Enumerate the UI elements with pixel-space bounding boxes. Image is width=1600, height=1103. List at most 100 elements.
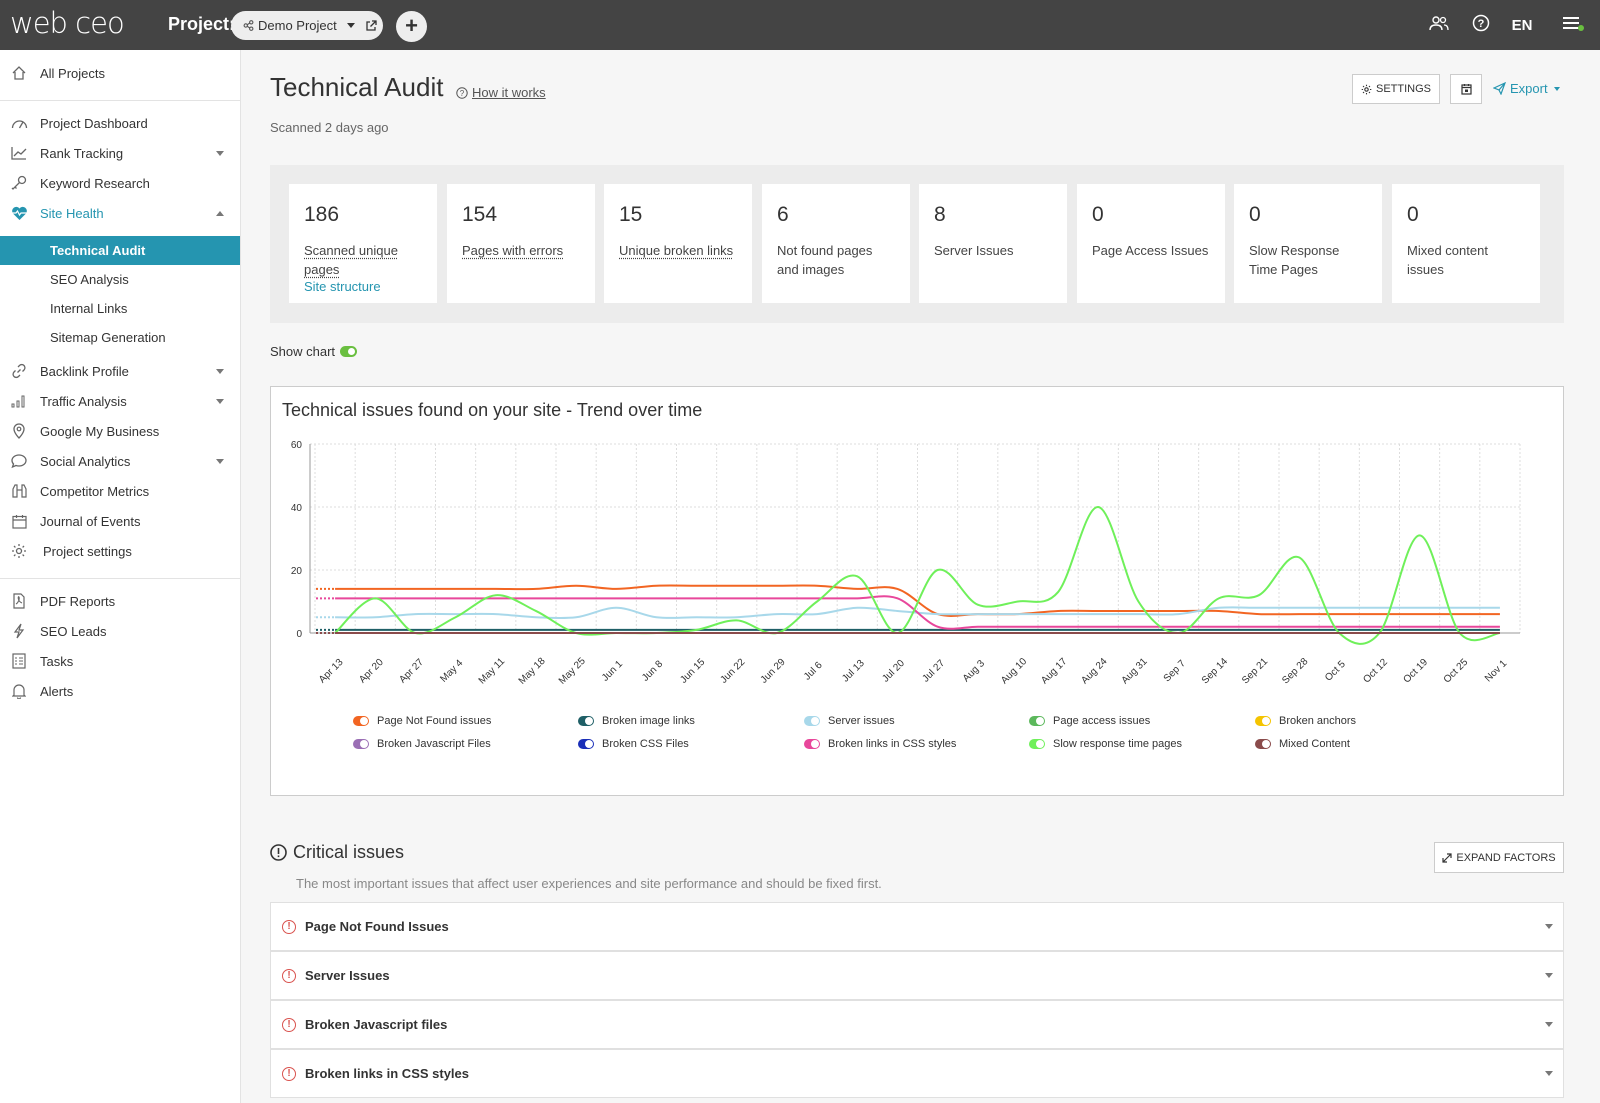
x-tick-label: Oct 12 xyxy=(1361,657,1390,686)
settings-button[interactable]: SETTINGS xyxy=(1352,74,1440,104)
project-label: Project: xyxy=(168,14,236,34)
x-tick-label: Sep 14 xyxy=(1200,656,1230,686)
project-name: Demo Project xyxy=(258,18,337,33)
help-icon[interactable]: ? xyxy=(1460,14,1502,37)
top-right-actions: ? EN xyxy=(1418,0,1600,50)
x-tick-label: Aug 24 xyxy=(1079,656,1109,686)
legend-item[interactable]: Broken Javascript Files xyxy=(353,738,491,750)
sidebar-item-competitor-metrics[interactable]: Competitor Metrics xyxy=(0,477,240,505)
chevron-down-icon[interactable] xyxy=(216,458,224,464)
sidebar-item-project-settings[interactable]: Project settings xyxy=(0,537,240,565)
show-chart-toggle[interactable]: Show chart xyxy=(270,344,358,359)
show-chart-label: Show chart xyxy=(270,344,336,359)
page-title: Technical Audit xyxy=(270,72,444,102)
sidebar-item-internal-links[interactable]: Internal Links xyxy=(0,294,240,322)
issue-row-broken-css-links[interactable]: ! Broken links in CSS styles xyxy=(270,1049,1564,1098)
how-it-works-link[interactable]: ? How it works xyxy=(456,85,546,100)
legend-label: Slow response time pages xyxy=(1053,738,1183,750)
schedule-button[interactable] xyxy=(1450,74,1482,104)
expand-factors-button[interactable]: EXPAND FACTORS xyxy=(1434,842,1564,873)
tasks-icon xyxy=(10,652,28,670)
sidebar-item-label: Tasks xyxy=(40,653,74,669)
chevron-down-icon[interactable] xyxy=(216,398,224,404)
export-button[interactable]: Export xyxy=(1493,81,1560,96)
critical-title: Critical issues xyxy=(293,842,405,862)
sidebar-item-pdf-reports[interactable]: PDF Reports xyxy=(0,587,240,615)
legend-toggle[interactable] xyxy=(1029,716,1045,726)
sidebar-item-all-projects[interactable]: All Projects xyxy=(0,59,240,87)
x-tick-label: May 18 xyxy=(517,655,548,686)
trend-chart: Technical issues found on your site - Tr… xyxy=(270,386,1564,796)
sidebar-item-label: Competitor Metrics xyxy=(40,483,150,499)
stat-value: 0 xyxy=(1407,203,1419,226)
legend-toggle[interactable] xyxy=(578,716,594,726)
legend-toggle[interactable] xyxy=(1255,739,1271,749)
sidebar-item-rank-tracking[interactable]: Rank Tracking xyxy=(0,139,240,167)
sidebar-item-technical-audit[interactable]: Technical Audit xyxy=(0,236,240,265)
sidebar-item-label: Site Health xyxy=(40,205,104,221)
stat-label[interactable]: Pages with errors xyxy=(462,241,587,260)
stat-value: 0 xyxy=(1249,203,1261,226)
sidebar: All Projects Project Dashboard Rank Trac… xyxy=(0,50,241,1103)
legend-item[interactable]: Server issues xyxy=(804,715,895,727)
chevron-up-icon[interactable] xyxy=(216,210,224,216)
sidebar-item-seo-analysis[interactable]: SEO Analysis xyxy=(0,265,240,293)
legend-item[interactable]: Broken CSS Files xyxy=(578,738,689,750)
sidebar-item-project-dashboard[interactable]: Project Dashboard xyxy=(0,109,240,137)
alert-circle-icon xyxy=(270,844,287,861)
add-project-button[interactable]: + xyxy=(396,11,427,42)
sidebar-item-tasks[interactable]: Tasks xyxy=(0,647,240,675)
stat-label[interactable]: Unique broken links xyxy=(619,241,744,260)
stat-label: Server Issues xyxy=(934,243,1014,258)
legend-toggle[interactable] xyxy=(353,739,369,749)
link-icon xyxy=(10,362,28,380)
stat-label: Mixed content issues xyxy=(1407,243,1488,277)
issue-row-broken-javascript[interactable]: ! Broken Javascript files xyxy=(270,1000,1564,1049)
sidebar-item-keyword-research[interactable]: Keyword Research xyxy=(0,169,240,197)
issue-row-page-not-found[interactable]: ! Page Not Found Issues xyxy=(270,902,1564,951)
sidebar-item-sitemap-generation[interactable]: Sitemap Generation xyxy=(0,323,240,351)
legend-toggle[interactable] xyxy=(353,716,369,726)
stat-value: 0 xyxy=(1092,203,1104,226)
sidebar-item-label: Technical Audit xyxy=(50,243,146,258)
issue-row-server-issues[interactable]: ! Server Issues xyxy=(270,951,1564,1000)
stat-label[interactable]: Scanned unique pages xyxy=(304,241,409,279)
users-icon[interactable] xyxy=(1418,15,1460,36)
sidebar-item-traffic-analysis[interactable]: Traffic Analysis xyxy=(0,387,240,415)
legend-toggle[interactable] xyxy=(578,739,594,749)
sidebar-item-google-my-business[interactable]: Google My Business xyxy=(0,417,240,445)
legend-item[interactable]: Slow response time pages xyxy=(1029,738,1182,750)
sidebar-item-social-analytics[interactable]: Social Analytics xyxy=(0,447,240,475)
logo[interactable]: web ceo xyxy=(10,6,125,40)
toggle-switch[interactable] xyxy=(340,346,358,357)
legend-item[interactable]: Page Not Found issues xyxy=(353,715,491,727)
legend-toggle[interactable] xyxy=(804,739,820,749)
how-it-works-label: How it works xyxy=(472,85,546,100)
menu-icon[interactable] xyxy=(1542,15,1600,36)
sidebar-item-seo-leads[interactable]: SEO Leads xyxy=(0,617,240,645)
sidebar-item-journal-of-events[interactable]: Journal of Events xyxy=(0,507,240,535)
issue-label: Broken Javascript files xyxy=(305,1017,448,1032)
legend-item[interactable]: Broken links in CSS styles xyxy=(804,738,956,750)
legend-label: Page Not Found issues xyxy=(377,715,492,727)
legend-item[interactable]: Mixed Content xyxy=(1255,738,1350,750)
map-pin-icon xyxy=(10,422,28,440)
legend-item[interactable]: Broken image links xyxy=(578,715,695,727)
site-structure-link[interactable]: Site structure xyxy=(304,279,381,294)
chevron-down-icon[interactable] xyxy=(216,150,224,156)
legend-toggle[interactable] xyxy=(1255,716,1271,726)
sidebar-item-site-health[interactable]: Site Health xyxy=(0,199,240,227)
chevron-down-icon[interactable] xyxy=(216,368,224,374)
sidebar-item-alerts[interactable]: Alerts xyxy=(0,677,240,705)
language-selector[interactable]: EN xyxy=(1502,17,1542,34)
sidebar-item-backlink-profile[interactable]: Backlink Profile xyxy=(0,357,240,385)
legend-item[interactable]: Page access issues xyxy=(1029,715,1150,727)
legend-item[interactable]: Broken anchors xyxy=(1255,715,1356,727)
external-link-icon[interactable] xyxy=(365,19,377,32)
issue-label: Broken links in CSS styles xyxy=(305,1066,470,1081)
legend-toggle[interactable] xyxy=(1029,739,1045,749)
legend-toggle[interactable] xyxy=(804,716,820,726)
project-selector[interactable]: Demo Project xyxy=(231,11,383,40)
stat-value: 154 xyxy=(462,203,498,226)
sidebar-item-label: Alerts xyxy=(40,683,74,699)
